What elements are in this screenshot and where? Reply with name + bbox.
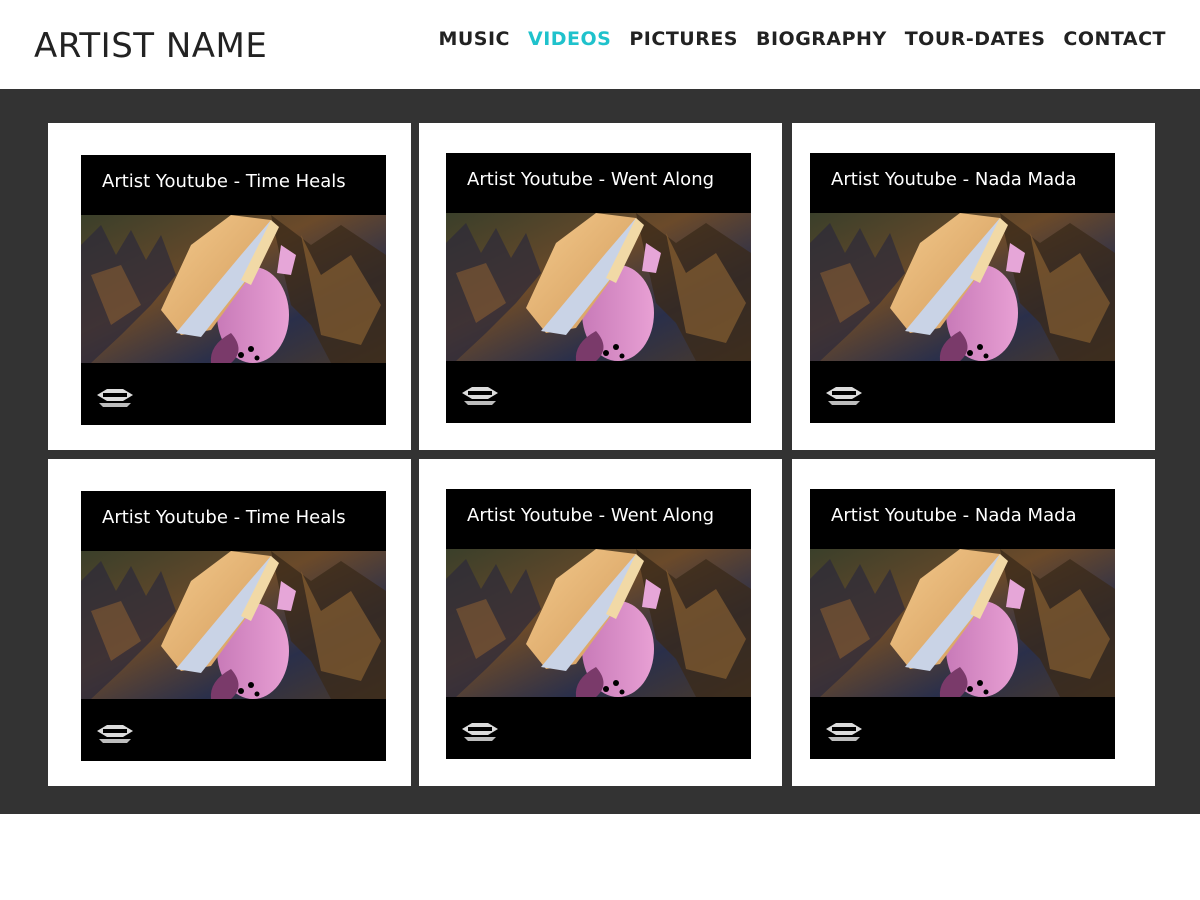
video-title: Artist Youtube - Time Heals [102, 171, 346, 192]
video-card: Artist Youtube - Time Heals [48, 123, 411, 450]
video-card: Artist Youtube - Nada Mada [792, 123, 1155, 450]
video-embed[interactable]: Artist Youtube - Went Along [446, 153, 751, 423]
video-card: Artist Youtube - Went Along [419, 123, 782, 450]
site-header: ARTIST NAME MUSIC VIDEOS PICTURES BIOGRA… [0, 0, 1200, 90]
video-thumbnail [446, 213, 751, 361]
channel-logo-icon [462, 387, 498, 405]
video-card: Artist Youtube - Time Heals [48, 459, 411, 786]
video-title: Artist Youtube - Went Along [467, 505, 715, 526]
nav-tour-dates[interactable]: TOUR-DATES [905, 28, 1046, 50]
video-title: Artist Youtube - Nada Mada [831, 169, 1077, 190]
video-embed[interactable]: Artist Youtube - Nada Mada [810, 153, 1115, 423]
nav-biography[interactable]: BIOGRAPHY [756, 28, 887, 50]
artist-name-logo[interactable]: ARTIST NAME [34, 26, 267, 66]
video-thumbnail [81, 215, 386, 363]
video-thumbnail [446, 549, 751, 697]
video-embed[interactable]: Artist Youtube - Went Along [446, 489, 751, 759]
channel-logo-icon [462, 723, 498, 741]
nav-videos[interactable]: VIDEOS [528, 28, 611, 50]
video-gallery: Artist Youtube - Time Heals Artist Youtu… [0, 89, 1200, 814]
video-title: Artist Youtube - Nada Mada [831, 505, 1077, 526]
main-nav: MUSIC VIDEOS PICTURES BIOGRAPHY TOUR-DAT… [438, 28, 1166, 50]
video-title: Artist Youtube - Time Heals [102, 507, 346, 528]
channel-logo-icon [826, 723, 862, 741]
video-embed[interactable]: Artist Youtube - Time Heals [81, 155, 386, 425]
video-thumbnail [810, 549, 1115, 697]
channel-logo-icon [826, 387, 862, 405]
video-card: Artist Youtube - Nada Mada [792, 459, 1155, 786]
channel-logo-icon [97, 389, 133, 407]
video-title: Artist Youtube - Went Along [467, 169, 715, 190]
channel-logo-icon [97, 725, 133, 743]
nav-contact[interactable]: CONTACT [1063, 28, 1166, 50]
video-thumbnail [81, 551, 386, 699]
video-thumbnail [810, 213, 1115, 361]
nav-music[interactable]: MUSIC [438, 28, 510, 50]
nav-pictures[interactable]: PICTURES [629, 28, 738, 50]
video-card: Artist Youtube - Went Along [419, 459, 782, 786]
video-embed[interactable]: Artist Youtube - Time Heals [81, 491, 386, 761]
video-embed[interactable]: Artist Youtube - Nada Mada [810, 489, 1115, 759]
